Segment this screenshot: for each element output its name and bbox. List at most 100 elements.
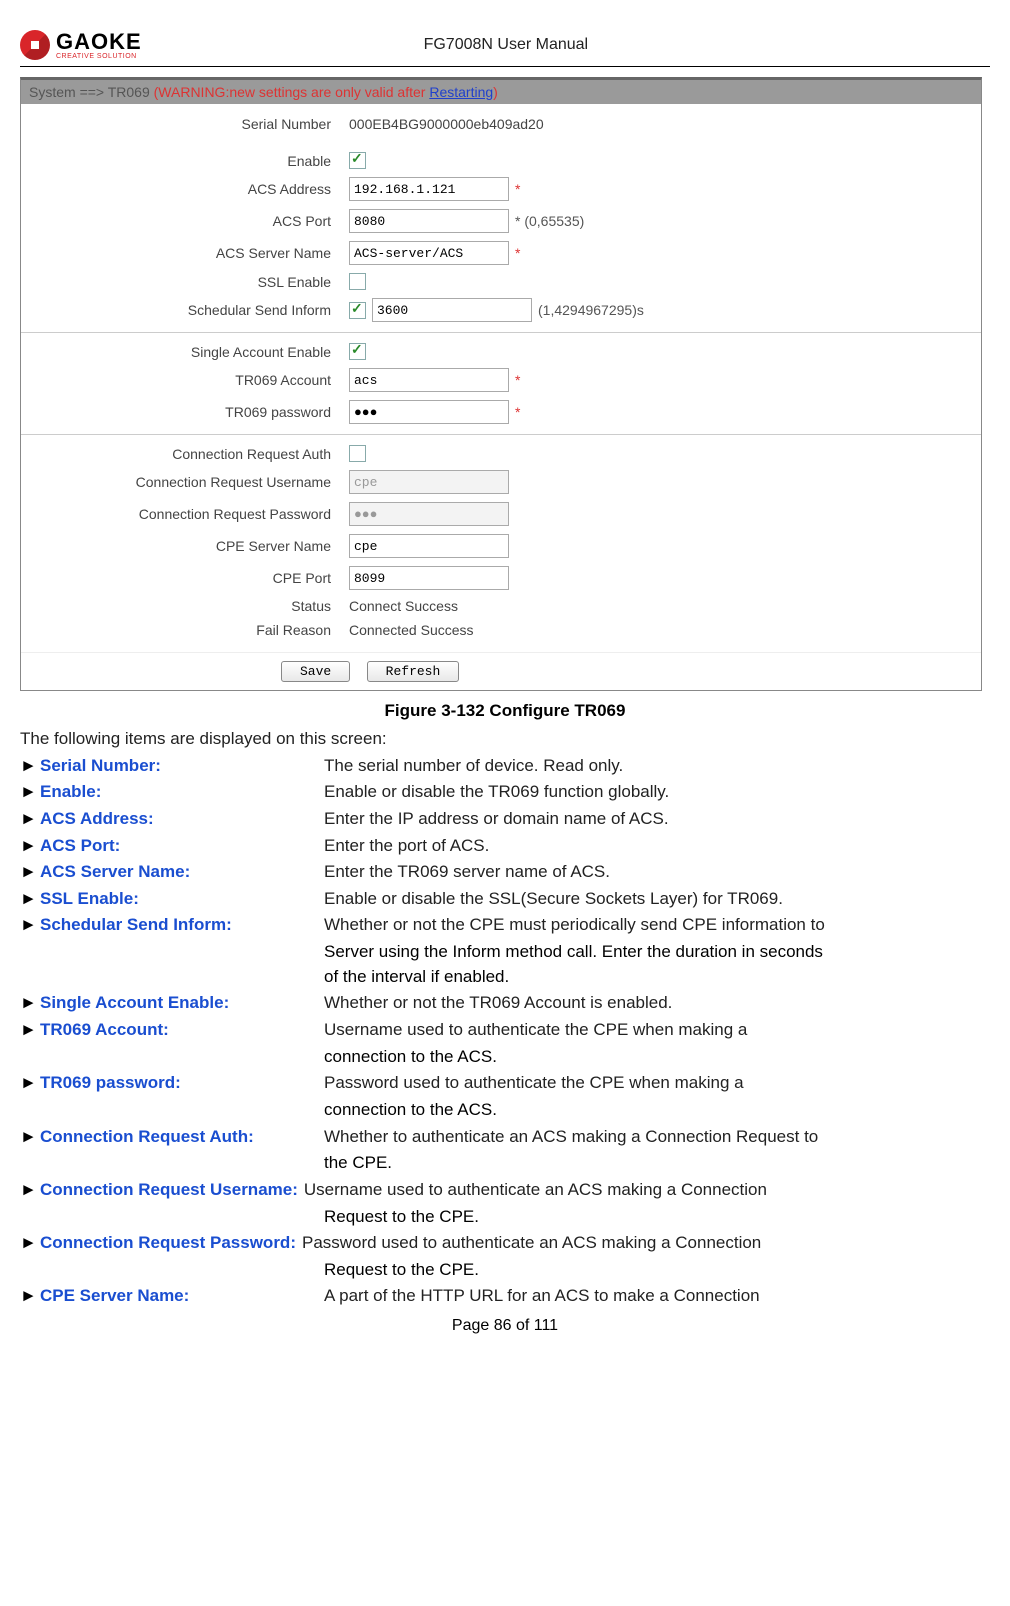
warning-text-open: (WARNING:new settings are only valid aft… <box>150 84 430 100</box>
tr069-config-screenshot: System ==> TR069 (WARNING:new settings a… <box>20 77 982 691</box>
sched-input[interactable] <box>372 298 532 322</box>
definition-term: Single Account Enable: <box>40 991 324 1016</box>
cpe-port-input[interactable] <box>349 566 509 590</box>
definition-term: Connection Request Password: <box>40 1231 302 1256</box>
tr069-account-input[interactable] <box>349 368 509 392</box>
acs-port-hint: * (0,65535) <box>515 213 584 229</box>
definition-desc: Whether or not the TR069 Account is enab… <box>324 991 990 1016</box>
bullet-marker: ► <box>20 1071 40 1096</box>
bullet-marker: ► <box>20 1231 40 1256</box>
serial-value: 000EB4BG9000000eb409ad20 <box>349 116 544 132</box>
breadcrumb-path: System ==> TR069 <box>29 84 150 100</box>
definition-desc: A part of the HTTP URL for an ACS to mak… <box>324 1284 990 1309</box>
serial-label: Serial Number <box>21 116 349 132</box>
acs-address-input[interactable] <box>349 177 509 201</box>
definition-term: TR069 password: <box>40 1071 324 1096</box>
logo-icon <box>20 30 50 60</box>
definition-desc: Password used to authenticate the CPE wh… <box>324 1071 990 1096</box>
definition-desc-cont: connection to the ACS. <box>20 1045 990 1070</box>
bullet-marker: ► <box>20 1284 40 1309</box>
bullet-marker: ► <box>20 780 40 805</box>
bullet-marker: ► <box>20 807 40 832</box>
conn-user-input[interactable] <box>349 470 509 494</box>
definition-desc: Username used to authenticate an ACS mak… <box>304 1178 990 1203</box>
definition-desc: Username used to authenticate the CPE wh… <box>324 1018 990 1043</box>
definition-row: ►Connection Request Auth:Whether to auth… <box>20 1125 990 1150</box>
definition-desc-cont: Request to the CPE. <box>20 1205 990 1230</box>
cpe-server-input[interactable] <box>349 534 509 558</box>
logo: GAOKE CREATIVE SOLUTION <box>20 30 142 60</box>
logo-text: GAOKE <box>56 31 142 53</box>
divider <box>21 434 981 435</box>
conn-user-label: Connection Request Username <box>21 474 349 490</box>
logo-subtext: CREATIVE SOLUTION <box>56 53 142 60</box>
definition-term: SSL Enable: <box>40 887 324 912</box>
definition-desc-cont: connection to the ACS. <box>20 1098 990 1123</box>
bullet-marker: ► <box>20 754 40 779</box>
bullet-marker: ► <box>20 1125 40 1150</box>
tr069-password-input[interactable] <box>349 400 509 424</box>
refresh-button[interactable]: Refresh <box>367 661 460 682</box>
restart-link[interactable]: Restarting <box>429 84 493 100</box>
acs-server-label: ACS Server Name <box>21 245 349 261</box>
save-button[interactable]: Save <box>281 661 350 682</box>
definition-desc-cont: of the interval if enabled. <box>20 965 990 990</box>
definition-desc-cont: Server using the Inform method call. Ent… <box>20 940 990 965</box>
definition-row: ►TR069 Account:Username used to authenti… <box>20 1018 990 1043</box>
fail-reason-label: Fail Reason <box>21 622 349 638</box>
definition-row: ►Connection Request Username:Username us… <box>20 1178 990 1203</box>
definition-term: Enable: <box>40 780 324 805</box>
definition-row: ►Single Account Enable:Whether or not th… <box>20 991 990 1016</box>
definition-desc-cont: the CPE. <box>20 1151 990 1176</box>
definition-desc-cont: Request to the CPE. <box>20 1258 990 1283</box>
acs-server-input[interactable] <box>349 241 509 265</box>
definition-term: Connection Request Auth: <box>40 1125 324 1150</box>
definition-desc: The serial number of device. Read only. <box>324 754 990 779</box>
ssl-checkbox[interactable] <box>349 273 366 290</box>
tr069-account-label: TR069 Account <box>21 372 349 388</box>
acs-port-label: ACS Port <box>21 213 349 229</box>
warning-text-close: ) <box>493 84 498 100</box>
single-account-checkbox[interactable] <box>349 343 366 360</box>
sched-checkbox[interactable] <box>349 302 366 319</box>
acs-port-input[interactable] <box>349 209 509 233</box>
manual-title: FG7008N User Manual <box>424 36 589 54</box>
definition-row: ►Schedular Send Inform:Whether or not th… <box>20 913 990 938</box>
definition-row: ►Connection Request Password:Password us… <box>20 1231 990 1256</box>
definition-row: ►Serial Number:The serial number of devi… <box>20 754 990 779</box>
definition-row: ►TR069 password:Password used to authent… <box>20 1071 990 1096</box>
tr069-password-label: TR069 password <box>21 404 349 420</box>
sched-hint: (1,4294967295)s <box>538 302 644 318</box>
conn-pass-input[interactable] <box>349 502 509 526</box>
sched-label: Schedular Send Inform <box>21 302 349 318</box>
definition-term: Serial Number: <box>40 754 324 779</box>
definition-term: ACS Server Name: <box>40 860 324 885</box>
definition-desc: Whether to authenticate an ACS making a … <box>324 1125 990 1150</box>
definition-row: ►ACS Server Name:Enter the TR069 server … <box>20 860 990 885</box>
conn-auth-checkbox[interactable] <box>349 445 366 462</box>
bullet-marker: ► <box>20 887 40 912</box>
conn-pass-label: Connection Request Password <box>21 506 349 522</box>
definition-term: CPE Server Name: <box>40 1284 324 1309</box>
bullet-marker: ► <box>20 991 40 1016</box>
divider <box>21 332 981 333</box>
bullet-marker: ► <box>20 1178 40 1203</box>
definition-desc: Enter the port of ACS. <box>324 834 990 859</box>
definition-term: ACS Port: <box>40 834 324 859</box>
intro-text: The following items are displayed on thi… <box>20 727 990 752</box>
definition-desc: Enter the IP address or domain name of A… <box>324 807 990 832</box>
definition-term: ACS Address: <box>40 807 324 832</box>
status-value: Connect Success <box>349 598 458 614</box>
definition-desc: Enable or disable the TR069 function glo… <box>324 780 990 805</box>
definition-row: ►ACS Address:Enter the IP address or dom… <box>20 807 990 832</box>
single-account-label: Single Account Enable <box>21 344 349 360</box>
bullet-marker: ► <box>20 1018 40 1043</box>
definition-row: ►SSL Enable:Enable or disable the SSL(Se… <box>20 887 990 912</box>
definition-row: ►ACS Port:Enter the port of ACS. <box>20 834 990 859</box>
definition-desc: Enable or disable the SSL(Secure Sockets… <box>324 887 990 912</box>
conn-auth-label: Connection Request Auth <box>21 446 349 462</box>
required-mark: * <box>515 372 520 388</box>
bullet-marker: ► <box>20 860 40 885</box>
enable-checkbox[interactable] <box>349 152 366 169</box>
breadcrumb: System ==> TR069 (WARNING:new settings a… <box>21 80 981 104</box>
